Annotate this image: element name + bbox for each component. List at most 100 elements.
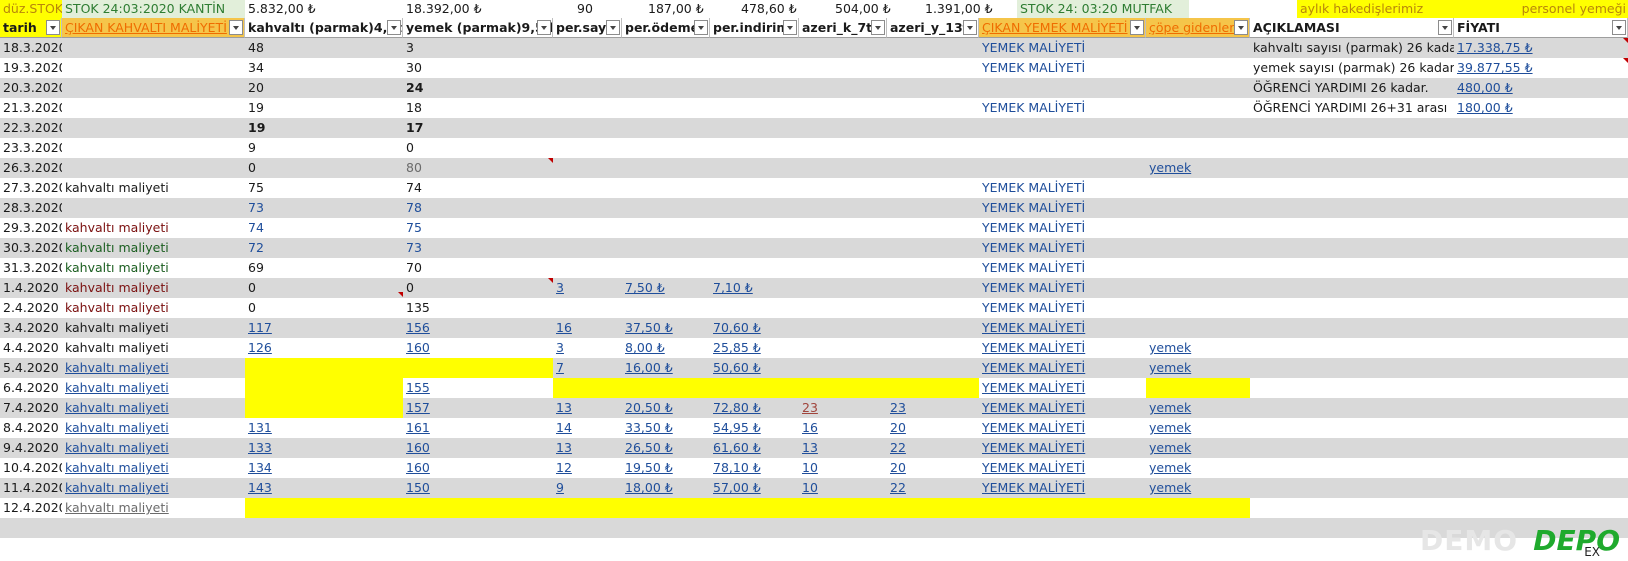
cell-tarih[interactable]: 5.4.2020 (0, 358, 62, 378)
filter-dropdown-icon[interactable] (783, 20, 797, 35)
cell-per-indirim[interactable] (710, 118, 799, 138)
cell-aciklama[interactable] (1250, 478, 1454, 498)
cell-per-indirim[interactable] (710, 178, 799, 198)
cell-tarih[interactable]: 27.3.2020 (0, 178, 62, 198)
cell-per-sayi[interactable] (553, 118, 622, 138)
cell-per-odeme[interactable] (622, 178, 710, 198)
cell-tarih[interactable]: 23.3.2020 (0, 138, 62, 158)
cell-per-odeme[interactable] (622, 258, 710, 278)
cell-aciklama[interactable] (1250, 298, 1454, 318)
cell-per-sayi[interactable]: 13 (553, 398, 622, 418)
cell-azeri-y[interactable] (887, 498, 979, 518)
cell-azeri-y[interactable]: 22 (887, 478, 979, 498)
kantin-stock-label[interactable]: STOK 24:03:2020 KANTİN (62, 0, 245, 18)
cell-kahvalti[interactable] (245, 378, 403, 398)
cell-per-sayi[interactable] (553, 98, 622, 118)
cell-cope[interactable] (1146, 178, 1250, 198)
cell-per-odeme[interactable] (622, 298, 710, 318)
cell-cikan-yemek[interactable]: YEMEK MALİYETİ (979, 198, 1146, 218)
cell-per-odeme[interactable]: 19,50 ₺ (622, 458, 710, 478)
cell-per-odeme[interactable]: 8,00 ₺ (622, 338, 710, 358)
cell-aciklama[interactable]: ÖĞRENCİ YARDIMI 26+31 arası (1250, 98, 1454, 118)
cell-per-indirim[interactable]: 72,80 ₺ (710, 398, 799, 418)
cell-cikan-yemek[interactable]: YEMEK MALİYETİ (979, 478, 1146, 498)
cell-cope[interactable] (1146, 118, 1250, 138)
cell-kahvalti[interactable]: 133 (245, 438, 403, 458)
cell-cikan-kahvalti[interactable]: kahvaltı maliyeti (62, 298, 245, 318)
cell-per-odeme[interactable]: 33,50 ₺ (622, 418, 710, 438)
cell-per-odeme[interactable]: 37,50 ₺ (622, 318, 710, 338)
cell-per-odeme[interactable] (622, 238, 710, 258)
cell-tarih[interactable]: 3.4.2020 (0, 318, 62, 338)
cell-azeri-k[interactable] (799, 238, 887, 258)
cell-cikan-kahvalti[interactable]: kahvaltı maliyeti (62, 418, 245, 438)
col-fiyati-header[interactable]: FİYATI (1454, 18, 1628, 38)
cell-per-sayi[interactable] (553, 378, 622, 398)
cell-tarih[interactable]: 20.3.2020 (0, 78, 62, 98)
cell-kahvalti[interactable]: 0 (245, 158, 403, 178)
cell-kahvalti[interactable]: 75 (245, 178, 403, 198)
azeri-k-total[interactable]: 504,00 ₺ (832, 0, 917, 18)
cell-per-sayi[interactable]: 3 (553, 278, 622, 298)
cell-per-odeme[interactable] (622, 198, 710, 218)
cell-per-indirim[interactable]: 7,10 ₺ (710, 278, 799, 298)
cell-cikan-yemek[interactable] (979, 138, 1146, 158)
cell-cikan-yemek[interactable]: YEMEK MALİYETİ (979, 58, 1146, 78)
cell-azeri-k[interactable] (799, 118, 887, 138)
kahvalti-stock-value[interactable]: 5.832,00 ₺ (245, 0, 403, 18)
cell-yemek[interactable]: 17 (403, 118, 553, 138)
cell-azeri-k[interactable]: 10 (799, 458, 887, 478)
cell-per-sayi[interactable] (553, 78, 622, 98)
cell-yemek[interactable]: 18 (403, 98, 553, 118)
cell-tarih[interactable]: 7.4.2020 (0, 398, 62, 418)
cell-kahvalti[interactable]: 134 (245, 458, 403, 478)
cell-tarih[interactable]: 8.4.2020 (0, 418, 62, 438)
cell-fiyati[interactable]: 39.877,55 ₺ (1454, 58, 1628, 78)
col-per-sayi-header[interactable]: per.sayı (553, 18, 622, 38)
cell-azeri-y[interactable]: 22 (887, 438, 979, 458)
cell-fiyati[interactable] (1454, 138, 1628, 158)
cell-kahvalti[interactable]: 48 (245, 38, 403, 58)
cell-per-sayi[interactable] (553, 58, 622, 78)
col-cikan-kahvalti-header[interactable]: ÇIKAN KAHVALTI MALİYETİ (62, 18, 245, 38)
cell-per-indirim[interactable] (710, 378, 799, 398)
cell-azeri-y[interactable] (887, 378, 979, 398)
cell-tarih[interactable]: 28.3.2020 (0, 198, 62, 218)
comment-indicator-icon[interactable] (1623, 38, 1628, 43)
cell-kahvalti[interactable] (245, 498, 403, 518)
cell-azeri-y[interactable] (887, 138, 979, 158)
cell-cikan-kahvalti[interactable]: kahvaltı maliyeti (62, 318, 245, 338)
cell-cikan-yemek[interactable]: YEMEK MALİYETİ (979, 438, 1146, 458)
cell-per-odeme[interactable] (622, 138, 710, 158)
cell-kahvalti[interactable]: 9 (245, 138, 403, 158)
cell-azeri-y[interactable] (887, 258, 979, 278)
per-indirim-total[interactable]: 478,60 ₺ (738, 0, 823, 18)
filter-dropdown-icon[interactable] (46, 20, 60, 35)
col-cope-header[interactable]: çöpe gidenler (1146, 18, 1250, 38)
cell-azeri-k[interactable] (799, 258, 887, 278)
cell-per-sayi[interactable]: 16 (553, 318, 622, 338)
cell-per-sayi[interactable] (553, 258, 622, 278)
cell-per-indirim[interactable] (710, 58, 799, 78)
cell-kahvalti[interactable]: 0 (245, 298, 403, 318)
cell-fiyati[interactable]: 17.338,75 ₺ (1454, 38, 1628, 58)
cell-azeri-k[interactable]: 23 (799, 398, 887, 418)
filter-dropdown-icon[interactable] (1234, 20, 1248, 35)
yemek-stock-value[interactable]: 18.392,00 ₺ (403, 0, 553, 18)
cell-per-sayi[interactable]: 3 (553, 338, 622, 358)
cell-cikan-kahvalti[interactable]: kahvaltı maliyeti (62, 358, 245, 378)
cell-cope[interactable] (1146, 298, 1250, 318)
cell-kahvalti[interactable]: 131 (245, 418, 403, 438)
cell-azeri-y[interactable] (887, 358, 979, 378)
cell-cikan-kahvalti[interactable]: kahvaltı maliyeti (62, 478, 245, 498)
cell-aciklama[interactable] (1250, 398, 1454, 418)
cell-aciklama[interactable] (1250, 458, 1454, 478)
cell-tarih[interactable]: 29.3.2020 (0, 218, 62, 238)
cell-per-indirim[interactable] (710, 158, 799, 178)
cell-azeri-k[interactable] (799, 58, 887, 78)
cell-aciklama[interactable] (1250, 338, 1454, 358)
cell-tarih[interactable]: 22.3.2020 (0, 118, 62, 138)
cell-aciklama[interactable] (1250, 438, 1454, 458)
comment-indicator-icon[interactable] (548, 158, 553, 163)
cell-azeri-k[interactable] (799, 38, 887, 58)
